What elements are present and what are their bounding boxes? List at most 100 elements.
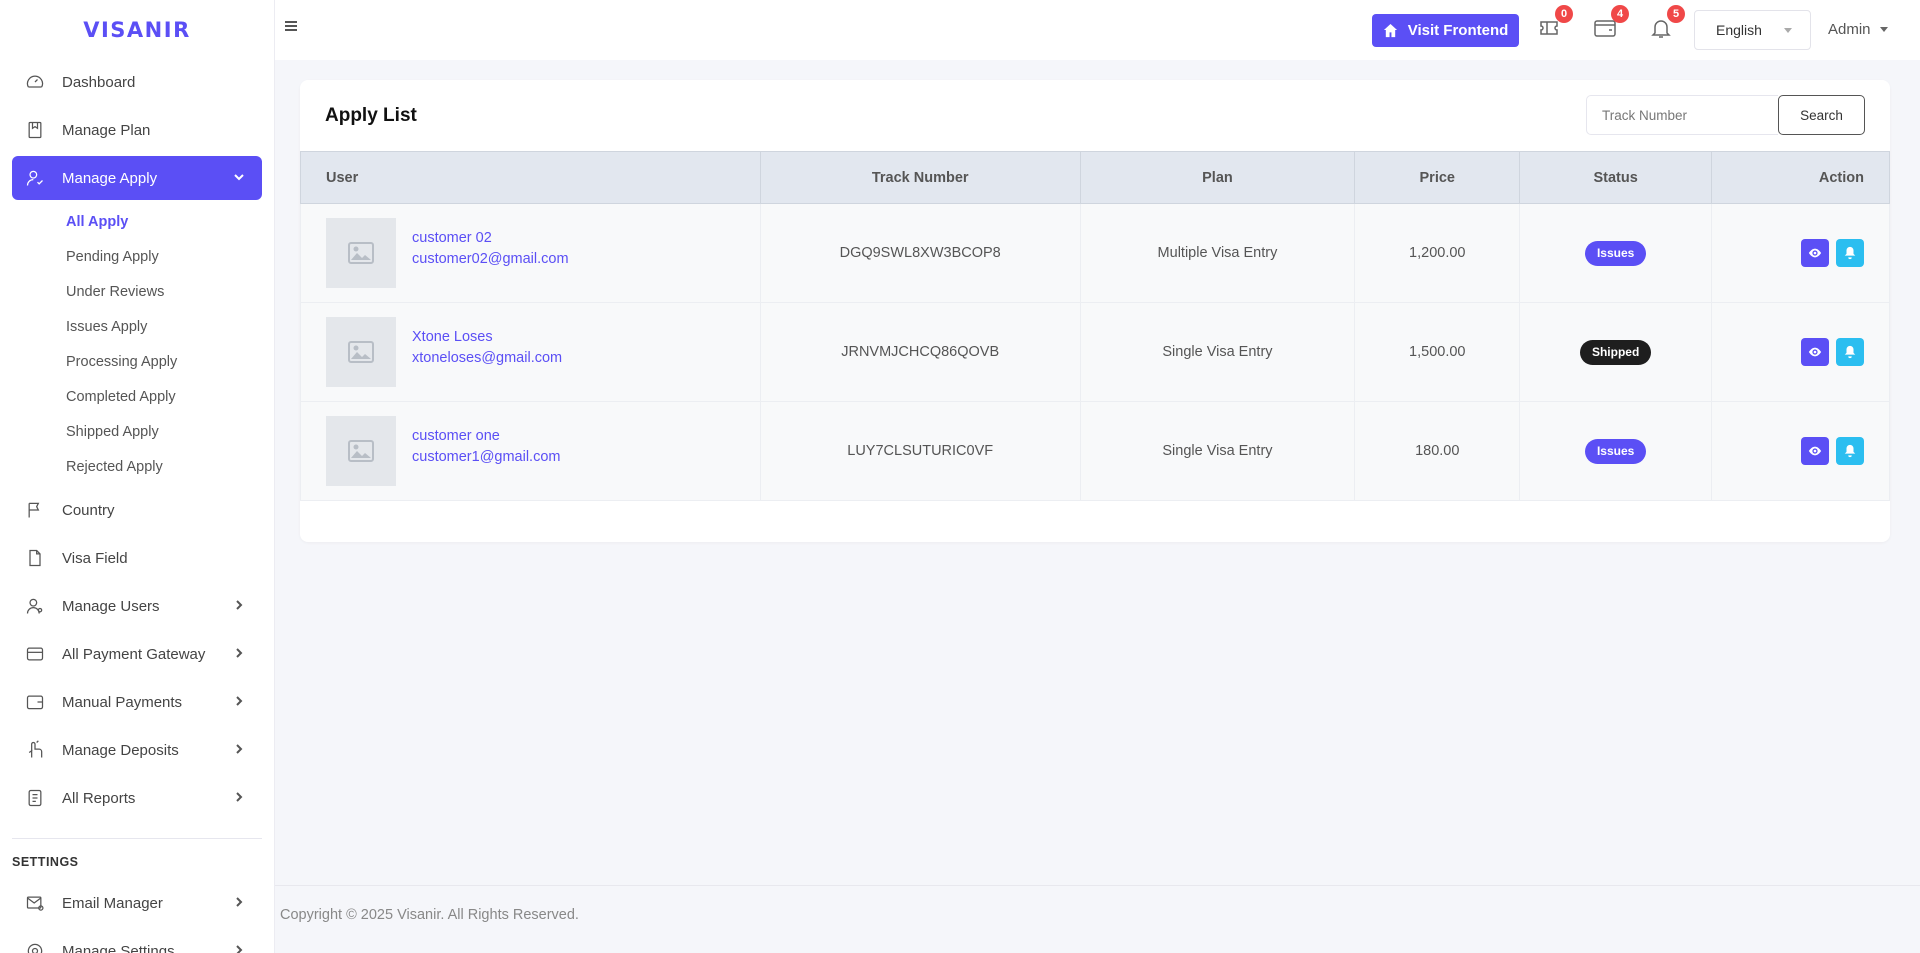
column-header-action: Action: [1711, 151, 1890, 204]
notify-button[interactable]: [1836, 338, 1864, 366]
chevron-right-icon: [232, 598, 246, 612]
cell-price: 180.00: [1354, 401, 1521, 501]
chevron-down-icon: [1784, 28, 1792, 33]
search-button[interactable]: Search: [1778, 95, 1865, 135]
submenu-item-processing-apply[interactable]: Processing Apply: [66, 344, 262, 379]
table-row: customer 02 customer02@gmail.com DGQ9SWL…: [300, 203, 1890, 303]
cell-plan: Single Visa Entry: [1079, 401, 1356, 501]
view-button[interactable]: [1801, 338, 1829, 366]
sidebar-item-manage-users[interactable]: Manage Users: [12, 584, 262, 628]
cell-user: customer one customer1@gmail.com: [300, 401, 761, 501]
user-email-link[interactable]: customer1@gmail.com: [412, 447, 560, 468]
cell-user: customer 02 customer02@gmail.com: [300, 203, 761, 303]
wallet-icon[interactable]: 4: [1593, 5, 1629, 42]
sidebar-item-payment-gateway[interactable]: All Payment Gateway: [12, 632, 262, 676]
cell-user: Xtone Loses xtoneloses@gmail.com: [300, 302, 761, 402]
settings-icon: [25, 941, 45, 953]
user-name-link[interactable]: customer one: [412, 426, 560, 447]
sidebar-divider: [12, 838, 262, 839]
sidebar-item-manage-apply[interactable]: Manage Apply: [12, 156, 262, 200]
user-email-link[interactable]: xtoneloses@gmail.com: [412, 348, 562, 369]
sidebar-menu: Dashboard Manage Plan Manage Apply All A…: [0, 60, 274, 820]
cell-status: Shipped: [1519, 302, 1713, 402]
submenu-item-issues-apply[interactable]: Issues Apply: [66, 309, 262, 344]
sidebar-item-dashboard[interactable]: Dashboard: [12, 60, 262, 104]
sidebar-item-label: Manage Apply: [62, 169, 158, 187]
apply-list-card: Apply List Search User Track Number Plan…: [300, 80, 1890, 542]
sidebar-item-label: Manage Settings: [62, 942, 175, 953]
top-header: Visit Frontend 0 4 5 English Admin: [275, 0, 1920, 60]
cell-status: Issues: [1519, 401, 1713, 501]
user-info: Xtone Loses xtoneloses@gmail.com: [412, 317, 562, 369]
report-icon: [25, 788, 45, 808]
language-select[interactable]: English: [1694, 10, 1811, 50]
sidebar-item-manage-deposits[interactable]: Manage Deposits: [12, 728, 262, 772]
submenu-item-completed-apply[interactable]: Completed Apply: [66, 379, 262, 414]
sidebar-item-label: Email Manager: [62, 894, 163, 912]
sidebar-item-country[interactable]: Country: [12, 488, 262, 532]
column-header-track-number: Track Number: [759, 151, 1081, 204]
track-number-search-input[interactable]: [1586, 95, 1778, 135]
column-header-status: Status: [1519, 151, 1713, 204]
bell-icon: [1844, 246, 1856, 260]
submenu-item-under-reviews[interactable]: Under Reviews: [66, 274, 262, 309]
chevron-down-icon: [232, 170, 246, 184]
sidebar-item-label: Manage Users: [62, 597, 160, 615]
image-placeholder-icon: [348, 341, 374, 363]
cell-track-number: LUY7CLSUTURIC0VF: [759, 401, 1081, 501]
eye-icon: [1808, 446, 1822, 456]
action-group: [1712, 437, 1864, 465]
brand-logo[interactable]: VISANIR: [0, 0, 274, 60]
cell-price: 1,500.00: [1354, 302, 1521, 402]
bell-icon: [1844, 444, 1856, 458]
sidebar-item-manage-settings[interactable]: Manage Settings: [12, 929, 262, 953]
sidebar-item-manage-plan[interactable]: Manage Plan: [12, 108, 262, 152]
avatar: [326, 218, 396, 288]
sidebar-item-label: Manage Deposits: [62, 741, 179, 759]
sidebar-item-manual-payments[interactable]: Manual Payments: [12, 680, 262, 724]
visit-frontend-button[interactable]: Visit Frontend: [1372, 14, 1519, 47]
view-button[interactable]: [1801, 437, 1829, 465]
wallet-badge: 4: [1611, 5, 1629, 23]
cell-action: [1711, 401, 1890, 501]
user-email-link[interactable]: customer02@gmail.com: [412, 249, 569, 270]
bell-icon[interactable]: 5: [1649, 5, 1685, 42]
submenu-item-all-apply[interactable]: All Apply: [66, 204, 262, 239]
sidebar-item-visa-field[interactable]: Visa Field: [12, 536, 262, 580]
notify-button[interactable]: [1836, 437, 1864, 465]
cell-plan: Single Visa Entry: [1079, 302, 1356, 402]
sidebar-item-email-manager[interactable]: Email Manager: [12, 881, 262, 925]
notify-button[interactable]: [1836, 239, 1864, 267]
submenu-item-rejected-apply[interactable]: Rejected Apply: [66, 449, 262, 484]
submenu-item-shipped-apply[interactable]: Shipped Apply: [66, 414, 262, 449]
user-name-link[interactable]: customer 02: [412, 228, 569, 249]
user-cell: customer 02 customer02@gmail.com: [326, 218, 760, 288]
avatar: [326, 317, 396, 387]
view-button[interactable]: [1801, 239, 1829, 267]
cell-status: Issues: [1519, 203, 1713, 303]
sidebar-item-label: Visa Field: [62, 549, 128, 567]
eye-icon: [1808, 248, 1822, 258]
file-icon: [25, 548, 45, 568]
dashboard-icon: [25, 72, 45, 92]
cell-track-number: JRNVMJCHCQ86QOVB: [759, 302, 1081, 402]
admin-menu[interactable]: Admin: [1828, 21, 1888, 38]
table-row: customer one customer1@gmail.com LUY7CLS…: [300, 401, 1890, 501]
ticket-icon[interactable]: 0: [1537, 5, 1573, 42]
user-name-link[interactable]: Xtone Loses: [412, 327, 562, 348]
action-group: [1712, 338, 1864, 366]
column-header-plan: Plan: [1079, 151, 1356, 204]
chevron-right-icon: [232, 895, 246, 909]
sidebar-item-all-reports[interactable]: All Reports: [12, 776, 262, 820]
eye-icon: [1808, 347, 1822, 357]
sidebar: VISANIR Dashboard Manage Plan Manage App…: [0, 0, 275, 953]
submenu-item-pending-apply[interactable]: Pending Apply: [66, 239, 262, 274]
cell-price: 1,200.00: [1354, 203, 1521, 303]
menu-toggle-icon[interactable]: [283, 18, 305, 40]
column-header-user: User: [300, 151, 761, 204]
image-placeholder-icon: [348, 242, 374, 264]
visit-frontend-label: Visit Frontend: [1407, 22, 1509, 39]
footer-copyright: Copyright © 2025 Visanir. All Rights Res…: [280, 907, 579, 923]
cell-action: [1711, 203, 1890, 303]
brand-name: VISANIR: [83, 18, 191, 42]
